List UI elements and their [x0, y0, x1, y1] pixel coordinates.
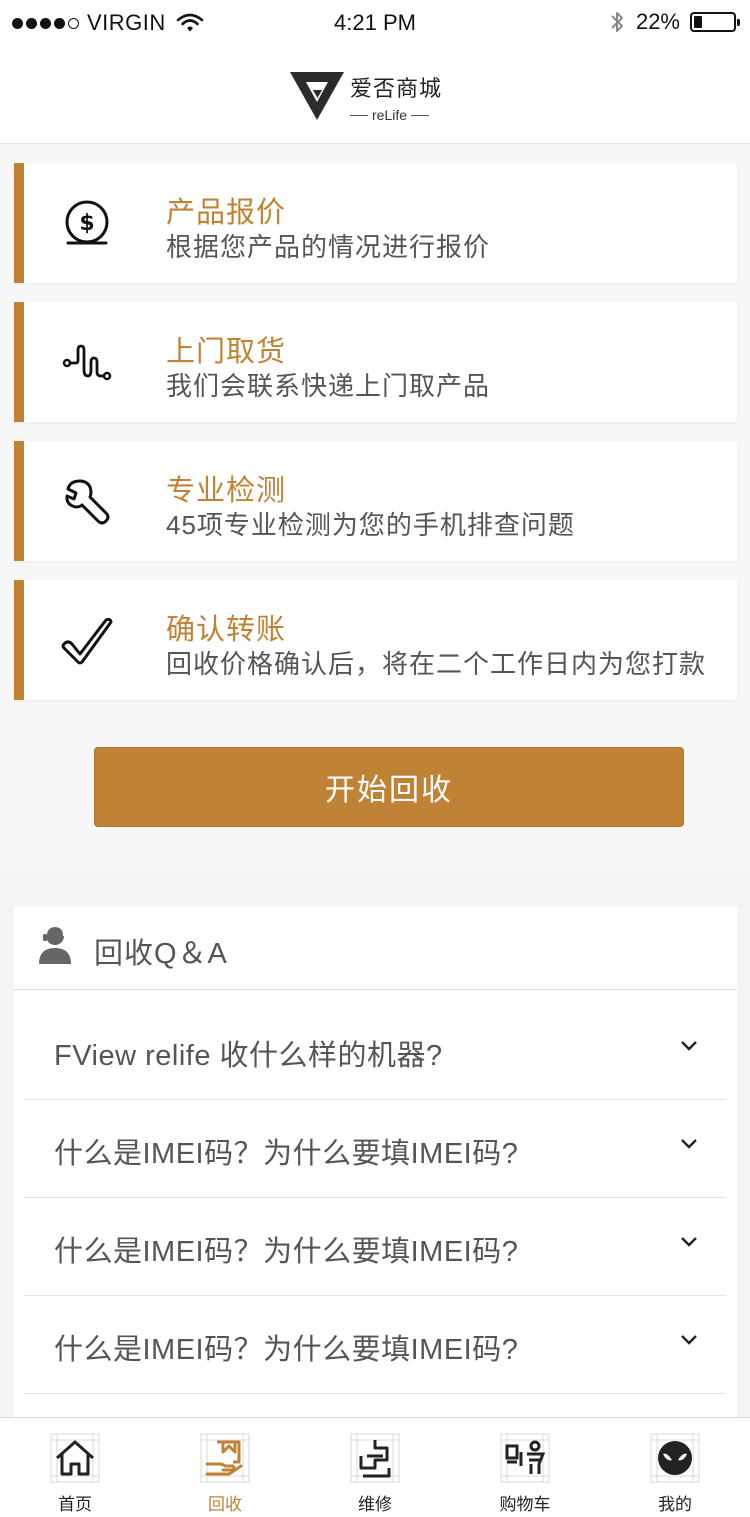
- checkmark-icon: [61, 617, 113, 665]
- cart-icon: [500, 1433, 550, 1483]
- qa-question: 什么是IMEI码？为什么要填IMEI码?: [54, 1236, 519, 1268]
- step-title: 确认转账: [166, 614, 287, 646]
- support-agent-icon: [39, 924, 71, 964]
- tab-profile[interactable]: 我的: [600, 1418, 750, 1517]
- divider: [411, 114, 430, 116]
- qa-title: 回收Q＆A: [94, 938, 228, 970]
- step-card-transfer: 确认转账 回收价格确认后，将在二个工作日内为您打款: [14, 580, 737, 700]
- home-icon: [50, 1433, 100, 1483]
- bluetooth-icon: [611, 12, 623, 32]
- brand-text: 爱否商城 reLife: [350, 71, 442, 123]
- chevron-down-icon: [681, 1335, 697, 1345]
- step-card-pickup: 上门取货 我们会联系快递上门取产品: [14, 302, 737, 422]
- qa-item[interactable]: 什么是IMEI码？为什么要填IMEI码?: [24, 1296, 726, 1394]
- tab-label: 购物车: [499, 1495, 551, 1514]
- carrier-name: VIRGIN: [87, 10, 166, 35]
- step-card-inspection: 专业检测 45项专业检测为您的手机排查问题: [14, 441, 737, 561]
- chevron-down-icon: [681, 1139, 697, 1149]
- status-bar: VIRGIN 4:21 PM 22%: [0, 0, 750, 46]
- start-recycle-button[interactable]: 开始回收: [94, 747, 684, 827]
- alien-profile-icon: [650, 1433, 700, 1483]
- brand-name-en: reLife: [372, 107, 408, 123]
- logo-mark-icon: [290, 72, 344, 120]
- svg-text:$: $: [79, 211, 94, 236]
- recycle-icon: [200, 1433, 250, 1483]
- brand-name-cn: 爱否商城: [350, 76, 443, 101]
- route-icon: [62, 344, 112, 381]
- qa-question: FView relife 收什么样的机器?: [54, 1040, 443, 1072]
- status-right: 22%: [608, 9, 740, 35]
- recycle-steps-section: $ 产品报价 根据您产品的情况进行报价 上门取货 我们会联系快递上门取产品 专业…: [0, 145, 750, 871]
- qa-question: 什么是IMEI码？为什么要填IMEI码?: [54, 1138, 519, 1170]
- wifi-icon: [176, 13, 204, 32]
- step-card-quote: $ 产品报价 根据您产品的情况进行报价: [14, 163, 737, 283]
- divider: [350, 114, 368, 116]
- step-description: 我们会联系快递上门取产品: [166, 371, 491, 401]
- brand-logo: 爱否商城 reLife: [288, 70, 442, 124]
- chevron-down-icon: [681, 1237, 697, 1247]
- step-description: 根据您产品的情况进行报价: [166, 232, 491, 262]
- step-title: 专业检测: [166, 475, 287, 507]
- signal-strength-icon: [12, 17, 79, 29]
- wrench-icon: [65, 479, 110, 525]
- tab-label: 维修: [358, 1495, 392, 1514]
- tab-repair[interactable]: 维修: [300, 1418, 450, 1517]
- step-description: 回收价格确认后，将在二个工作日内为您打款: [166, 649, 707, 679]
- dollar-coin-icon: $: [65, 200, 109, 245]
- repair-icon: [350, 1433, 400, 1483]
- qa-card: 回收Q＆A FView relife 收什么样的机器? 什么是IMEI码？为什么…: [14, 906, 737, 1426]
- qa-item[interactable]: 什么是IMEI码？为什么要填IMEI码?: [24, 1100, 726, 1198]
- tab-recycle[interactable]: 回收: [150, 1418, 300, 1517]
- qa-header: 回收Q＆A: [14, 906, 737, 990]
- step-description: 45项专业检测为您的手机排查问题: [166, 510, 575, 540]
- battery-icon: [690, 12, 740, 32]
- step-title: 上门取货: [166, 336, 287, 368]
- qa-item[interactable]: 什么是IMEI码？为什么要填IMEI码?: [24, 1198, 726, 1296]
- tab-label: 回收: [208, 1495, 242, 1514]
- brand-name-en-row: reLife: [350, 107, 442, 123]
- battery-fill: [694, 16, 702, 28]
- step-title: 产品报价: [166, 197, 287, 229]
- app-header: 爱否商城 reLife: [0, 46, 750, 144]
- bottom-tab-bar: 首页 回收 维修 购物车 我的: [0, 1417, 750, 1517]
- battery-percent: 22%: [635, 9, 680, 34]
- tab-cart[interactable]: 购物车: [450, 1418, 600, 1517]
- status-left: VIRGIN: [12, 10, 204, 36]
- qa-question: 什么是IMEI码？为什么要填IMEI码?: [54, 1334, 519, 1366]
- tab-label: 我的: [658, 1495, 692, 1514]
- tab-label: 首页: [58, 1495, 92, 1514]
- tab-home[interactable]: 首页: [0, 1418, 150, 1517]
- chevron-down-icon: [681, 1041, 697, 1051]
- qa-item[interactable]: FView relife 收什么样的机器?: [24, 1002, 726, 1100]
